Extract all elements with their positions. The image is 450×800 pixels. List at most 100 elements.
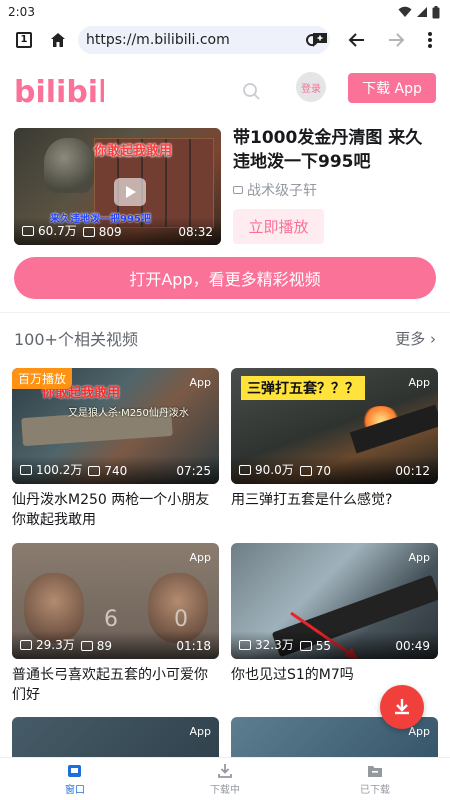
back-button[interactable] xyxy=(345,28,369,52)
comment-count: 70 xyxy=(315,464,332,478)
battery-icon xyxy=(432,5,440,18)
more-link[interactable]: 更多 › xyxy=(395,328,436,349)
video-thumbnail[interactable]: App 32.3万 55 00:49 xyxy=(231,543,438,659)
view-count: 29.3万 xyxy=(36,638,75,652)
play-now-button[interactable]: 立即播放 xyxy=(233,209,324,244)
address-bar[interactable]: https://m.bilibili.com xyxy=(78,26,330,54)
featured-author[interactable]: 战术级子轩 xyxy=(233,180,317,200)
app-badge: App xyxy=(189,551,212,564)
floating-download-button[interactable] xyxy=(380,685,424,729)
browser-toolbar: 1 https://m.bilibili.com xyxy=(0,24,450,56)
video-thumbnail[interactable]: 6 0 App 29.3万 89 01:18 xyxy=(12,543,219,659)
comment-count: 55 xyxy=(315,639,332,653)
video-thumbnail[interactable]: 你敢起我敢用 又是狼人杀·M250仙丹泼水 百万播放 App 100.2万 74… xyxy=(12,368,219,484)
download-icon xyxy=(395,699,409,715)
add-note-button[interactable] xyxy=(308,28,332,52)
comment-plus-icon xyxy=(313,33,327,47)
nav-label: 下载中 xyxy=(210,784,240,796)
nav-item-downloading[interactable]: 下载中 xyxy=(150,758,300,800)
url-text: https://m.bilibili.com xyxy=(86,32,230,48)
nav-label: 已下载 xyxy=(360,784,390,796)
score-digit: 6 xyxy=(104,607,118,632)
nav-item-downloaded[interactable]: 已下载 xyxy=(300,758,450,800)
view-count: 90.0万 xyxy=(255,463,294,477)
signal-icon xyxy=(417,7,427,17)
open-app-button[interactable]: 打开App，看更多精彩视频 xyxy=(14,257,436,299)
status-bar: 2:03 xyxy=(0,0,450,24)
app-badge: App xyxy=(189,725,212,738)
hot-badge: 百万播放 xyxy=(12,368,73,389)
tab-switcher-button[interactable]: 1 xyxy=(12,28,36,52)
comment-count: 809 xyxy=(98,225,122,239)
video-card[interactable]: 你敢起我敢用 又是狼人杀·M250仙丹泼水 百万播放 App 100.2万 74… xyxy=(12,368,219,530)
thumbnail-stats: 90.0万 70 00:12 xyxy=(231,456,438,484)
more-label: 更多 xyxy=(395,329,426,348)
play-count-icon xyxy=(239,639,251,650)
play-count-icon xyxy=(22,225,34,236)
video-duration: 01:18 xyxy=(176,639,211,653)
related-title: 100+个相关视频 xyxy=(14,330,138,349)
section-divider xyxy=(0,312,450,313)
danmaku-icon xyxy=(88,466,101,476)
download-tray-icon xyxy=(218,763,232,778)
video-duration: 00:49 xyxy=(395,639,430,653)
thumbnail-stats: 100.2万 740 07:25 xyxy=(12,456,219,484)
video-title[interactable]: 普通长弓喜欢起五套的小可爱你们好 xyxy=(12,665,219,705)
featured-video-thumbnail[interactable]: 你敢起我敢用 来久违地泼一把995吧 60.7万 809 08:32 xyxy=(14,128,221,245)
thumbnail-overlay-subtext: 又是狼人杀·M250仙丹泼水 xyxy=(68,408,189,419)
bilibili-logo-icon: bilibili xyxy=(14,75,119,110)
thumbnail-stats: 60.7万 809 08:32 xyxy=(14,217,221,245)
more-vertical-icon xyxy=(428,32,432,48)
folder-icon xyxy=(368,765,382,777)
author-name: 战术级子轩 xyxy=(247,183,317,199)
video-duration: 07:25 xyxy=(176,464,211,478)
related-header: 100+个相关视频 更多 › xyxy=(14,326,436,350)
video-card[interactable]: App 32.3万 55 00:49 你也见过S1的M7吗 xyxy=(231,543,438,705)
danmaku-icon xyxy=(80,641,93,651)
video-card[interactable]: 6 0 App 29.3万 89 01:18 普通长弓喜欢起五套的小可爱你们好 xyxy=(12,543,219,705)
nav-item-windows[interactable]: 窗口 xyxy=(0,758,150,800)
thumbnail-overlay-text: 你敢起我敢用 xyxy=(94,144,173,159)
chevron-right-icon: › xyxy=(430,329,436,348)
home-button[interactable] xyxy=(46,28,70,52)
video-title[interactable]: 仙丹泼水M250 两枪一个小朋友 你敢起我敢用 xyxy=(12,490,219,530)
search-button[interactable] xyxy=(242,82,262,102)
video-title[interactable]: 用三弹打五套是什么感觉? xyxy=(231,490,438,530)
search-icon xyxy=(243,83,260,100)
comment-count: 740 xyxy=(104,464,128,478)
thumbnail-overlay-text: 三弹打五套？？？ xyxy=(241,376,365,400)
home-icon xyxy=(51,33,65,47)
bottom-navigation: 窗口 下载中 已下载 xyxy=(0,757,450,800)
download-app-button[interactable]: 下载 App xyxy=(348,73,436,103)
view-count: 32.3万 xyxy=(255,638,294,652)
arrow-left-icon xyxy=(348,33,364,47)
arrow-right-icon xyxy=(389,33,405,47)
danmaku-icon xyxy=(82,227,95,237)
video-duration: 08:32 xyxy=(178,225,213,239)
featured-video-title[interactable]: 带1000发金丹清图 来久违地泼一下995吧 xyxy=(233,126,438,174)
app-badge: App xyxy=(408,551,431,564)
view-count: 60.7万 xyxy=(38,224,77,238)
play-count-icon xyxy=(20,464,32,475)
login-button[interactable]: 登录 xyxy=(296,72,326,102)
up-icon xyxy=(233,186,243,194)
status-icons xyxy=(398,5,440,19)
app-badge: App xyxy=(408,725,431,738)
forward-button[interactable] xyxy=(384,28,408,52)
video-card[interactable]: 三弹打五套？？？ App 90.0万 70 00:12 用三弹打五套是什么感觉? xyxy=(231,368,438,530)
score-digit: 0 xyxy=(174,607,188,632)
thumbnail-stats: 32.3万 55 00:49 xyxy=(231,631,438,659)
bilibili-logo[interactable]: bilibili xyxy=(14,68,119,114)
overflow-menu-button[interactable] xyxy=(418,28,442,52)
video-thumbnail[interactable]: 三弹打五套？？？ App 90.0万 70 00:12 xyxy=(231,368,438,484)
play-icon xyxy=(114,178,146,206)
danmaku-icon xyxy=(299,466,312,476)
app-badge: App xyxy=(408,376,431,389)
thumbnail-stats: 29.3万 89 01:18 xyxy=(12,631,219,659)
play-count-icon xyxy=(20,639,32,650)
wifi-icon xyxy=(398,6,412,17)
video-duration: 00:12 xyxy=(395,464,430,478)
app-badge: App xyxy=(189,376,212,389)
play-count-icon xyxy=(239,464,251,475)
status-time: 2:03 xyxy=(8,5,35,19)
